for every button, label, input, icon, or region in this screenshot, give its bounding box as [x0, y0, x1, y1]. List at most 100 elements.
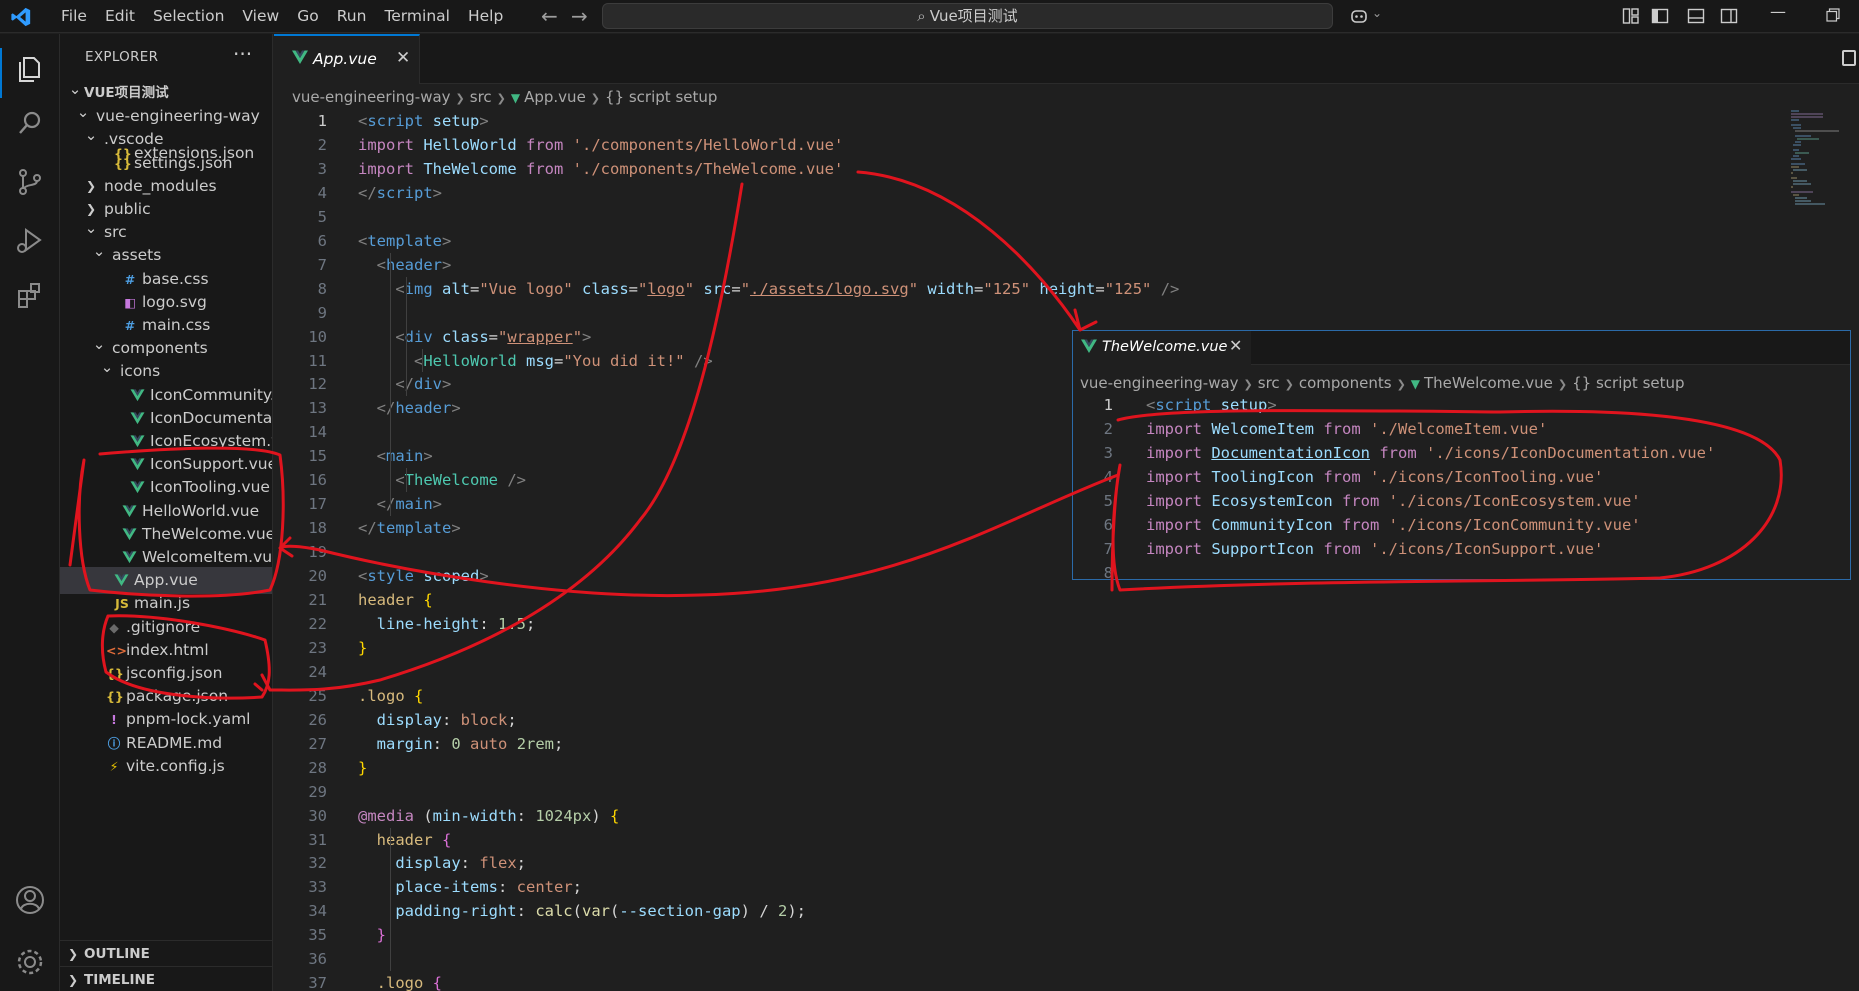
code-token: </	[358, 183, 377, 202]
code-token: from	[525, 159, 564, 178]
breadcrumb-separator-icon: ❯	[1243, 378, 1253, 391]
customize-layout-icon[interactable]	[1622, 7, 1640, 25]
forward-arrow-icon[interactable]: →	[571, 4, 588, 28]
code-text: import TheWelcome from './components/The…	[358, 157, 843, 181]
vite-bolt-icon: ⚡	[109, 758, 119, 774]
menu-item-edit[interactable]: Edit	[96, 0, 144, 33]
extensions-icon[interactable]	[12, 278, 48, 314]
code-token: auto	[470, 734, 508, 753]
toggle-primary-sidebar-icon[interactable]	[1651, 7, 1669, 25]
code-token: ;	[507, 710, 517, 729]
tab-thewelcome-vue[interactable]: TheWelcome.vue ✕	[1073, 331, 1251, 365]
settings-gear-icon[interactable]	[12, 944, 48, 980]
line-number: 23	[308, 638, 327, 657]
tree-file[interactable]: ⚡ vite.config.js	[60, 753, 272, 780]
code-token: display	[358, 854, 461, 873]
breadcrumb-item[interactable]: src	[1258, 374, 1280, 392]
code-line: 25 .logo {	[274, 684, 1859, 708]
indent-guide	[390, 827, 391, 972]
breadcrumb-separator-icon: ❯	[1284, 378, 1294, 391]
code-token: .logo	[358, 686, 405, 705]
code-token: :	[432, 734, 452, 753]
line-number: 2	[1103, 419, 1113, 438]
breadcrumb-item[interactable]: App.vue	[524, 88, 586, 106]
breadcrumb-item[interactable]: vue-engineering-way	[292, 88, 451, 106]
accounts-icon[interactable]	[12, 882, 48, 918]
code-token: './icons/IconEcosystem.vue'	[1388, 491, 1641, 510]
code-token: />	[498, 471, 526, 490]
code-token: center	[516, 878, 573, 897]
code-token: ;	[572, 878, 582, 897]
code-token: main	[395, 495, 433, 514]
close-tab-icon[interactable]: ✕	[1229, 336, 1242, 355]
code-token: header	[395, 399, 452, 418]
menu-item-file[interactable]: File	[52, 0, 96, 33]
code-token: ;	[526, 614, 536, 633]
line-number: 13	[308, 399, 327, 418]
toggle-secondary-sidebar-icon[interactable]	[1720, 7, 1738, 25]
line-number: 4	[1103, 467, 1113, 486]
minimap[interactable]	[1789, 109, 1845, 209]
breadcrumb-item[interactable]: TheWelcome.vue	[1424, 374, 1553, 392]
menu-item-view[interactable]: View	[233, 0, 288, 33]
code-token: {	[442, 830, 452, 849]
line-number: 2	[317, 135, 327, 154]
breadcrumb-separator-icon: ❯	[496, 92, 506, 105]
copilot-chevron-down-icon[interactable]: ⌄	[1372, 6, 1382, 20]
line-number: 15	[308, 447, 327, 466]
tab-app-vue[interactable]: App.vue ✕	[274, 34, 420, 84]
breadcrumb-item[interactable]: components	[1299, 374, 1392, 392]
code-token: }	[358, 758, 368, 777]
minimize-window-icon[interactable]: —	[1770, 2, 1786, 21]
command-center-search[interactable]: ⌕ Vue项目测试	[602, 3, 1333, 29]
floating-editor-window[interactable]: TheWelcome.vue ✕ vue-engineering-way ❯ src…	[1072, 330, 1851, 582]
breadcrumb-item[interactable]: vue-engineering-way	[1080, 374, 1239, 392]
toggle-panel-icon[interactable]	[1687, 7, 1705, 25]
line-number: 12	[308, 375, 327, 394]
source-control-icon[interactable]	[12, 164, 48, 200]
code-token: HelloWorld	[414, 135, 526, 154]
line-number: 28	[308, 758, 327, 777]
code-token: display	[358, 710, 442, 729]
breadcrumb-item[interactable]: {} script setup	[1572, 374, 1684, 392]
code-line: 6 <template>	[274, 229, 1859, 253]
breadcrumb[interactable]: vue-engineering-way ❯ src ❯ ▼ App.vue ❯ {} scri…	[292, 85, 717, 109]
code-token: './icons/IconTooling.vue'	[1370, 467, 1604, 486]
split-editor-icon[interactable]	[1842, 50, 1856, 66]
copilot-icon[interactable]	[1350, 7, 1368, 25]
code-token: :	[442, 710, 461, 729]
restore-window-icon[interactable]	[1826, 8, 1840, 22]
menu-item-terminal[interactable]: Terminal	[375, 0, 459, 33]
code-line: 3 import DocumentationIcon from './icons/…	[1073, 441, 1850, 465]
chevron-down-icon: ⌄	[68, 80, 82, 98]
tree-item-label: vite.config.js	[126, 756, 225, 775]
run-and-debug-icon[interactable]	[12, 222, 48, 258]
explorer-files-icon[interactable]	[12, 50, 48, 86]
tab-label: TheWelcome.vue	[1102, 339, 1228, 355]
menu-item-help[interactable]: Help	[459, 0, 512, 33]
code-token: HelloWorld	[423, 351, 517, 370]
code-token: "	[638, 279, 648, 298]
code-text: display: flex;	[358, 851, 526, 875]
menu-item-run[interactable]: Run	[328, 0, 376, 33]
back-arrow-icon[interactable]: ←	[541, 4, 558, 28]
active-view-indicator	[0, 48, 2, 98]
menu-item-go[interactable]: Go	[288, 0, 328, 33]
close-tab-icon[interactable]: ✕	[396, 48, 410, 68]
breadcrumb-item[interactable]: src	[470, 88, 492, 106]
code-token: >	[432, 183, 443, 202]
outline-section-header[interactable]: ❯ OUTLINE	[60, 940, 272, 966]
search-view-icon[interactable]	[12, 106, 48, 142]
code-token: script	[1155, 396, 1212, 414]
chevron-down-icon: ⌄	[92, 335, 106, 354]
more-actions-icon[interactable]: ···	[233, 42, 252, 66]
code-token: "	[684, 279, 695, 298]
code-line: 5 import EcosystemIcon from './icons/Icon…	[1073, 489, 1850, 513]
timeline-label: TIMELINE	[84, 972, 156, 988]
code-token: scoped	[414, 567, 480, 586]
code-token: (	[414, 806, 433, 825]
menu-item-selection[interactable]: Selection	[144, 0, 233, 33]
breadcrumb-item[interactable]: {} script setup	[605, 88, 717, 106]
timeline-section-header[interactable]: ❯ TIMELINE	[60, 966, 272, 991]
code-token: />	[1151, 279, 1180, 298]
